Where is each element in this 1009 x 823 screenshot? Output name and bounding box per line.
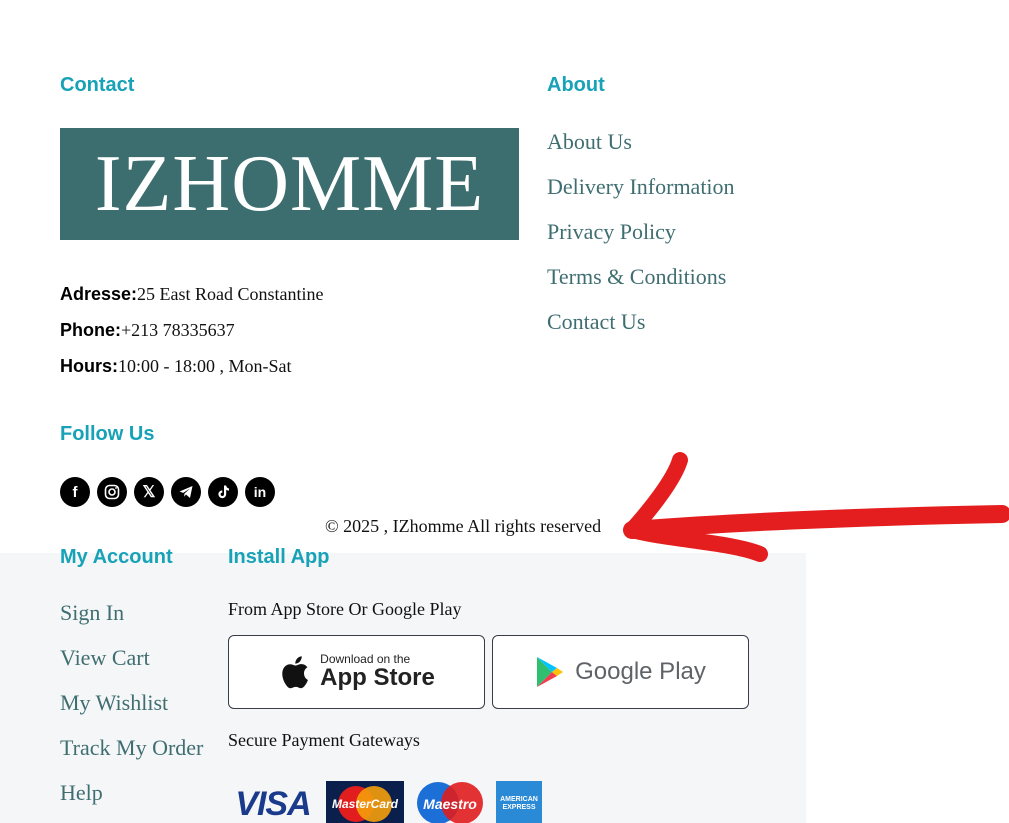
hours-label: Hours:: [60, 356, 118, 376]
address-label: Adresse:: [60, 284, 138, 304]
social-icons: f 𝕏 in: [60, 477, 275, 507]
x-glyph: 𝕏: [142, 484, 156, 501]
apple-icon: [282, 656, 309, 689]
view-cart-link[interactable]: View Cart: [60, 645, 150, 671]
american-express-logo: AMERICAN EXPRESS: [496, 781, 542, 823]
google-play-button[interactable]: Google Play: [492, 635, 749, 709]
my-wishlist-link[interactable]: My Wishlist: [60, 690, 168, 716]
amex-text: AMERICAN EXPRESS: [500, 796, 538, 811]
linkedin-icon[interactable]: in: [245, 477, 275, 507]
facebook-icon[interactable]: f: [60, 477, 90, 507]
visa-logo: VISA: [228, 781, 318, 823]
facebook-glyph: f: [72, 483, 78, 501]
payment-logos: VISA MasterCard Maestro AMERICAN EXPRESS: [228, 781, 542, 823]
terms-conditions-link[interactable]: Terms & Conditions: [547, 264, 726, 290]
app-store-big-text: App Store: [320, 664, 435, 692]
maestro-logo: Maestro: [412, 781, 488, 823]
about-us-link[interactable]: About Us: [547, 129, 632, 155]
logo-text: IZHOMME: [94, 140, 485, 228]
sign-in-link[interactable]: Sign In: [60, 600, 124, 626]
install-subtitle: From App Store Or Google Play: [228, 599, 462, 619]
about-heading: About: [547, 74, 605, 96]
izhomme-logo[interactable]: IZHOMME: [60, 128, 519, 240]
red-arrow-annotation: [623, 452, 1009, 562]
payments-title: Secure Payment Gateways: [228, 730, 420, 750]
hours-value: 10:00 - 18:00 , Mon-Sat: [118, 356, 292, 376]
tiktok-icon[interactable]: [208, 477, 238, 507]
follow-us-heading: Follow Us: [60, 423, 155, 445]
install-app-heading: Install App: [228, 546, 330, 568]
phone-row: Phone:+213 78335637: [60, 320, 235, 341]
x-icon[interactable]: 𝕏: [134, 477, 164, 507]
instagram-icon[interactable]: [97, 477, 127, 507]
delivery-information-link[interactable]: Delivery Information: [547, 174, 735, 200]
google-play-icon: [537, 657, 564, 687]
app-store-button[interactable]: Download on the App Store: [228, 635, 485, 709]
contact-heading: Contact: [60, 74, 135, 96]
visa-text: VISA: [235, 784, 311, 823]
mastercard-logo: MasterCard: [326, 781, 404, 823]
my-account-heading: My Account: [60, 546, 173, 568]
address-value: 25 East Road Constantine: [137, 284, 324, 304]
google-play-label: Google Play: [575, 658, 706, 685]
mastercard-text: MasterCard: [331, 797, 399, 811]
hours-row: Hours:10:00 - 18:00 , Mon-Sat: [60, 356, 292, 377]
address-row: Adresse:25 East Road Constantine: [60, 284, 324, 305]
phone-label: Phone:: [60, 320, 121, 340]
help-link[interactable]: Help: [60, 780, 103, 806]
maestro-text: Maestro: [423, 796, 477, 812]
contact-us-link[interactable]: Contact Us: [547, 309, 645, 335]
track-my-order-link[interactable]: Track My Order: [60, 735, 203, 761]
linkedin-glyph: in: [253, 484, 267, 500]
copyright-text: © 2025 , IZhomme All rights reserved: [325, 516, 602, 536]
privacy-policy-link[interactable]: Privacy Policy: [547, 219, 676, 245]
telegram-icon[interactable]: [171, 477, 201, 507]
phone-value: +213 78335637: [121, 320, 235, 340]
